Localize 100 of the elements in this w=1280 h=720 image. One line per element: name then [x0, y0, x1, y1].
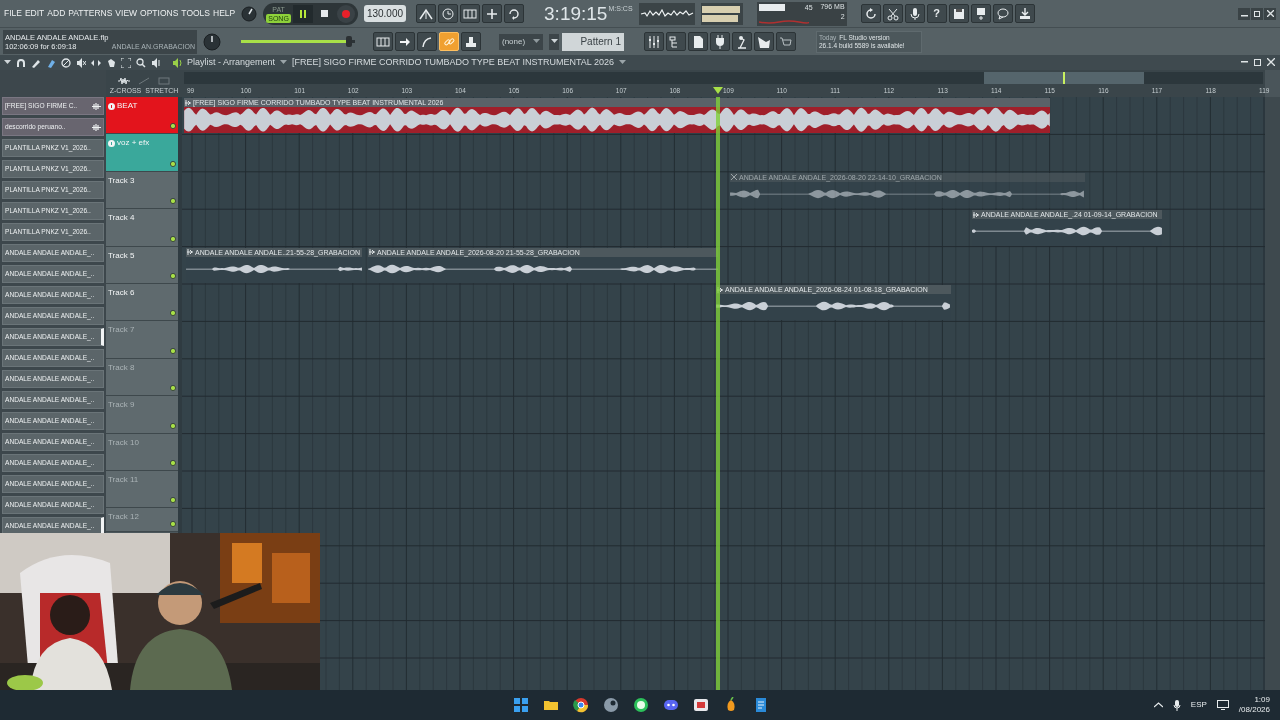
menu-item[interactable]: PATTERNS: [68, 7, 113, 20]
restore-button[interactable]: [1251, 7, 1263, 20]
toolbar-button[interactable]: [373, 32, 393, 51]
toolbar-button[interactable]: [710, 32, 730, 51]
toolbar-button[interactable]: [417, 32, 437, 51]
microphone-icon[interactable]: [1172, 699, 1181, 711]
clip-menu-icon: [187, 249, 193, 256]
pattern-selector[interactable]: Pattern 1: [562, 32, 624, 51]
pattern-group-dropdown[interactable]: (none): [499, 33, 543, 50]
knob-icon[interactable]: [203, 32, 221, 51]
speaker-icon[interactable]: [172, 57, 182, 68]
menu-item[interactable]: EDIT: [24, 7, 45, 20]
pattern-menu-button[interactable]: [549, 33, 559, 50]
tool-button[interactable]: [91, 57, 101, 68]
track-header[interactable]: BEAT: [106, 97, 178, 135]
tool-button[interactable]: [61, 57, 71, 68]
scissors-icon: [885, 6, 900, 21]
led-icon[interactable]: [170, 310, 176, 317]
toolbar-button[interactable]: [395, 32, 415, 51]
menu-item[interactable]: VIEW: [115, 7, 138, 20]
led-icon[interactable]: [170, 123, 176, 130]
tool-button[interactable]: [31, 57, 41, 68]
toolbar-button[interactable]: [882, 4, 903, 23]
song-title[interactable]: [FREE] SIGO FIRME CORRIDO TUMBADO TYPE BEAT INSTRUMENTAL 2026: [292, 55, 614, 70]
menu-item[interactable]: FILE: [4, 7, 22, 20]
waveform-icon[interactable]: [118, 77, 130, 85]
toolbar-button[interactable]: [688, 32, 708, 51]
toolbar-button[interactable]: [644, 32, 664, 51]
led-icon[interactable]: [170, 198, 176, 205]
tool-button[interactable]: [121, 57, 131, 68]
magnet-icon: [16, 57, 26, 68]
restore-button[interactable]: [1254, 58, 1263, 67]
track-header[interactable]: Track 5: [106, 246, 178, 284]
led-icon[interactable]: [170, 459, 176, 466]
track-header[interactable]: Track 6: [106, 283, 178, 322]
led-icon[interactable]: [170, 521, 176, 528]
toolbar-button[interactable]: [970, 4, 991, 23]
save-icon: [951, 6, 966, 21]
menu-item[interactable]: OPTIONS: [140, 7, 179, 20]
led-icon[interactable]: [170, 497, 176, 504]
minimize-button[interactable]: [1238, 7, 1250, 20]
tool-button[interactable]: [136, 57, 146, 68]
toolbar-button[interactable]: [776, 32, 796, 51]
led-icon[interactable]: [170, 272, 176, 279]
menu-item[interactable]: TOOLS: [181, 7, 211, 20]
tempo-field[interactable]: 130.000: [363, 5, 407, 22]
cross-icon: [731, 174, 737, 181]
help-button[interactable]: ?: [926, 4, 947, 23]
language-indicator[interactable]: ESP: [1190, 699, 1207, 711]
minimize-icon: [1241, 58, 1249, 66]
toolbar-button[interactable]: [461, 32, 481, 51]
tool-button[interactable]: [76, 57, 86, 68]
playlist-grid[interactable]: [182, 97, 1265, 690]
close-icon: [1267, 58, 1275, 66]
tool-button[interactable]: [151, 57, 161, 68]
monitor-icon[interactable]: [1216, 700, 1229, 710]
tool-button[interactable]: [16, 57, 26, 68]
pause-icon: [298, 9, 307, 18]
clock-time[interactable]: 1:09: [1254, 695, 1270, 705]
download-icon: [1017, 6, 1032, 21]
toolbar-button[interactable]: [460, 4, 481, 23]
toolbar-button[interactable]: [1014, 4, 1035, 23]
play-pause-button[interactable]: [292, 4, 313, 23]
lamp-icon: [735, 34, 749, 49]
window-title: Playlist - Arrangement: [187, 55, 276, 69]
clock-date[interactable]: /08/2026: [1238, 705, 1270, 715]
toolbar-button[interactable]: [948, 4, 969, 23]
close-button[interactable]: [1264, 7, 1276, 20]
toolbar-button[interactable]: [482, 4, 503, 23]
track-name: Track 9: [108, 399, 135, 412]
toolbar-button[interactable]: [992, 4, 1013, 23]
caret-up-icon[interactable]: [1153, 702, 1163, 708]
playhead-marker-icon[interactable]: [713, 87, 723, 94]
countdown-icon: [441, 6, 456, 21]
track-name: Track 10: [108, 436, 139, 449]
knob-icon[interactable]: [241, 5, 258, 22]
led-icon[interactable]: [170, 385, 176, 392]
led-icon[interactable]: [170, 160, 176, 167]
menu-item[interactable]: HELP: [213, 7, 236, 20]
tool-button[interactable]: [46, 57, 56, 68]
led-icon[interactable]: [170, 422, 176, 429]
toolbar-button[interactable]: [666, 32, 686, 51]
track-header[interactable]: Track 4: [106, 209, 178, 247]
led-icon[interactable]: [170, 347, 176, 354]
toolbar-button[interactable]: [904, 4, 925, 23]
cpu-meter-icon: [758, 4, 785, 12]
toolbar-button[interactable]: [438, 4, 459, 23]
menu-item[interactable]: ADD: [47, 7, 66, 20]
toolbar-button[interactable]: [732, 32, 752, 51]
mixer-icon: [647, 34, 661, 49]
toolbar-button[interactable]: [860, 4, 881, 23]
toolbar-button[interactable]: [416, 4, 437, 23]
close-button[interactable]: [1267, 58, 1276, 67]
track-name: Track 3: [108, 174, 135, 187]
toolbar-button[interactable]: [754, 32, 774, 51]
browser-icon: [573, 697, 589, 713]
track-header[interactable]: Track 3: [106, 171, 178, 210]
led-icon[interactable]: [170, 235, 176, 242]
toolbar-button[interactable]: [504, 4, 525, 23]
scrollbar[interactable]: [1265, 97, 1280, 690]
